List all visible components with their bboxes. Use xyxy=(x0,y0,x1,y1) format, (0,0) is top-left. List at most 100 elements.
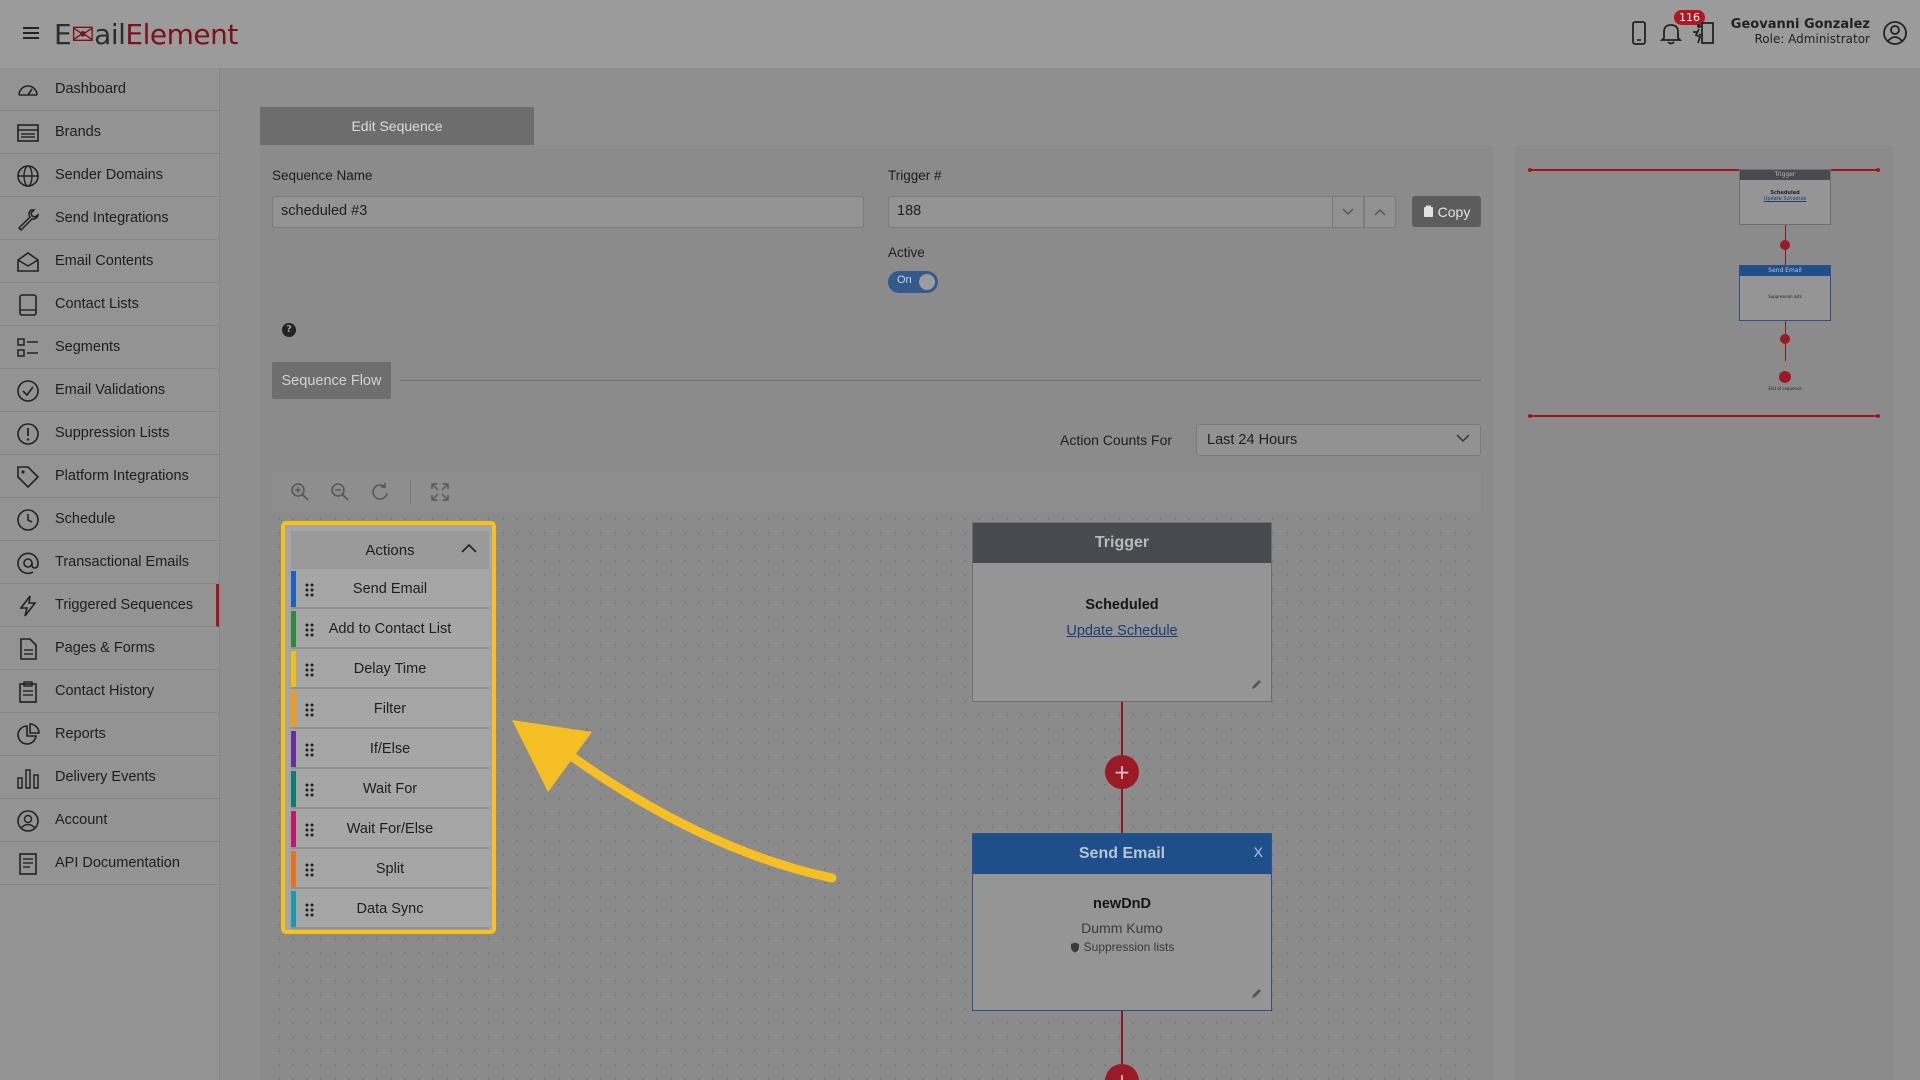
sidebar-item-transactional-emails[interactable]: Transactional Emails xyxy=(0,541,219,584)
action-item-send-email[interactable]: Send Email xyxy=(291,571,489,609)
file-icon xyxy=(20,638,37,660)
action-item-split[interactable]: Split xyxy=(291,851,489,889)
fullscreen-icon[interactable] xyxy=(430,482,450,502)
sidebar-item-reports[interactable]: Reports xyxy=(0,713,219,756)
sidebar-item-delivery-events[interactable]: Delivery Events xyxy=(0,756,219,799)
sidebar-item-segments[interactable]: Segments xyxy=(0,326,219,369)
mobile-phone-icon[interactable] xyxy=(1626,20,1652,46)
decrement-button[interactable] xyxy=(1332,196,1364,228)
action-item-filter[interactable]: Filter xyxy=(291,691,489,729)
sidebar-item-api-documentation[interactable]: API Documentation xyxy=(0,842,219,885)
user-avatar-icon[interactable] xyxy=(1882,20,1908,46)
trigger-type: Scheduled xyxy=(1085,597,1159,613)
copy-button[interactable]: Copy xyxy=(1412,196,1481,227)
action-color-bar xyxy=(291,811,296,847)
app-logo[interactable]: E✉ailElement xyxy=(54,18,238,51)
help-icon[interactable]: ? xyxy=(282,323,296,337)
drag-handle-icon[interactable] xyxy=(305,743,315,757)
annotation-arrow xyxy=(512,720,837,883)
sidebar-item-sender-domains[interactable]: Sender Domains xyxy=(0,154,219,197)
trigger-node[interactable]: Trigger Scheduled Update Schedule xyxy=(972,522,1272,702)
sidebar-item-label: Segments xyxy=(55,339,121,355)
clock-icon xyxy=(17,509,39,531)
active-toggle[interactable]: On xyxy=(888,271,938,293)
sidebar-item-label: Pages & Forms xyxy=(55,640,155,656)
increment-button[interactable] xyxy=(1364,196,1396,228)
exit-running-icon[interactable] xyxy=(1690,20,1716,46)
action-item-wait-for-else[interactable]: Wait For/Else xyxy=(291,811,489,849)
action-counts-select[interactable]: Last 24 Hours xyxy=(1196,424,1481,456)
sequence-name-label: Sequence Name xyxy=(272,168,373,183)
action-item-data-sync[interactable]: Data Sync xyxy=(291,891,489,929)
flow-minimap[interactable]: Trigger Scheduled Update Schedule Send E… xyxy=(1515,145,1893,1080)
zoom-in-icon[interactable] xyxy=(290,482,310,502)
remove-node-button[interactable]: X xyxy=(1254,844,1263,860)
action-item-add-to-contact-list[interactable]: Add to Contact List xyxy=(291,611,489,649)
shield-icon xyxy=(1070,942,1079,952)
sidebar-item-brands[interactable]: Brands xyxy=(0,111,219,154)
actions-panel-header[interactable]: Actions xyxy=(291,531,489,569)
top-header: E✉ailElement 116 Geovanni Gonzalez Role:… xyxy=(0,0,1920,68)
reset-icon[interactable] xyxy=(370,482,390,502)
sidebar-item-suppression-lists[interactable]: Suppression Lists xyxy=(0,412,219,455)
logo-prefix: E xyxy=(54,18,72,51)
sequence-flow-button[interactable]: Sequence Flow xyxy=(272,362,391,399)
hamburger-menu-icon[interactable] xyxy=(22,24,40,42)
drag-handle-icon[interactable] xyxy=(305,783,315,797)
send-email-node-title: Send Email xyxy=(973,834,1271,874)
logo-suffix: Element xyxy=(125,18,238,51)
sidebar-item-account[interactable]: Account xyxy=(0,799,219,842)
minimap-handle xyxy=(1528,168,1532,172)
suppression-note: Suppression lists xyxy=(973,940,1271,954)
drag-handle-icon[interactable] xyxy=(305,863,315,877)
pencil-icon[interactable] xyxy=(1250,678,1263,691)
lightning-icon xyxy=(19,595,37,617)
trigger-number-label: Trigger # xyxy=(888,168,942,183)
sidebar-item-label: Email Validations xyxy=(55,382,166,398)
sidebar-item-contact-history[interactable]: Contact History xyxy=(0,670,219,713)
sidebar-item-pages-forms[interactable]: Pages & Forms xyxy=(0,627,219,670)
action-item-wait-for[interactable]: Wait For xyxy=(291,771,489,809)
drag-handle-icon[interactable] xyxy=(305,903,315,917)
add-step-button[interactable]: + xyxy=(1105,755,1139,789)
sidebar-item-platform-integrations[interactable]: Platform Integrations xyxy=(0,455,219,498)
trigger-number-input[interactable]: 188 xyxy=(888,196,1396,228)
sidebar-item-label: Send Integrations xyxy=(55,210,169,226)
action-item-label: Wait For/Else xyxy=(346,821,434,837)
user-role: Role: Administrator xyxy=(1754,32,1870,46)
action-item-delay-time[interactable]: Delay Time xyxy=(291,651,489,689)
action-item-label: Wait For xyxy=(362,781,418,797)
suppression-note-text: Suppression lists xyxy=(1083,940,1175,954)
sidebar-item-triggered-sequences[interactable]: Triggered Sequences xyxy=(0,584,219,627)
action-color-bar xyxy=(291,691,296,727)
drag-handle-icon[interactable] xyxy=(305,583,315,597)
minimap-end-label: End of sequence xyxy=(1768,386,1802,391)
sidebar-item-email-contents[interactable]: Email Contents xyxy=(0,240,219,283)
sidebar-item-label: API Documentation xyxy=(55,855,180,871)
clipboard-icon xyxy=(19,681,37,703)
minimap-trigger-title: Trigger xyxy=(1740,170,1830,180)
action-item-label: Data Sync xyxy=(356,901,424,917)
sequence-name-input[interactable]: scheduled #3 xyxy=(272,196,864,228)
sidebar-item-dashboard[interactable]: Dashboard xyxy=(0,68,219,111)
action-item-if-else[interactable]: If/Else xyxy=(291,731,489,769)
drag-handle-icon[interactable] xyxy=(305,703,315,717)
chevron-up-icon[interactable] xyxy=(461,543,477,553)
sidebar-item-email-validations[interactable]: Email Validations xyxy=(0,369,219,412)
chevron-up-icon xyxy=(1374,209,1386,216)
sidebar-item-label: Reports xyxy=(55,726,106,742)
pencil-icon[interactable] xyxy=(1250,987,1263,1000)
drag-handle-icon[interactable] xyxy=(305,663,315,677)
minimap-handle xyxy=(1876,414,1880,418)
tab-edit-sequence[interactable]: Edit Sequence xyxy=(260,107,534,145)
copy-button-label: Copy xyxy=(1437,203,1471,220)
send-email-node[interactable]: Send Email X newDnD Dumm Kumo Suppressio… xyxy=(972,833,1272,1011)
action-item-label: Add to Contact List xyxy=(328,621,452,637)
update-schedule-link[interactable]: Update Schedule xyxy=(973,623,1271,639)
sidebar-item-schedule[interactable]: Schedule xyxy=(0,498,219,541)
drag-handle-icon[interactable] xyxy=(305,623,315,637)
drag-handle-icon[interactable] xyxy=(305,823,315,837)
zoom-out-icon[interactable] xyxy=(330,482,350,502)
sidebar-item-contact-lists[interactable]: Contact Lists xyxy=(0,283,219,326)
sidebar-item-send-integrations[interactable]: Send Integrations xyxy=(0,197,219,240)
